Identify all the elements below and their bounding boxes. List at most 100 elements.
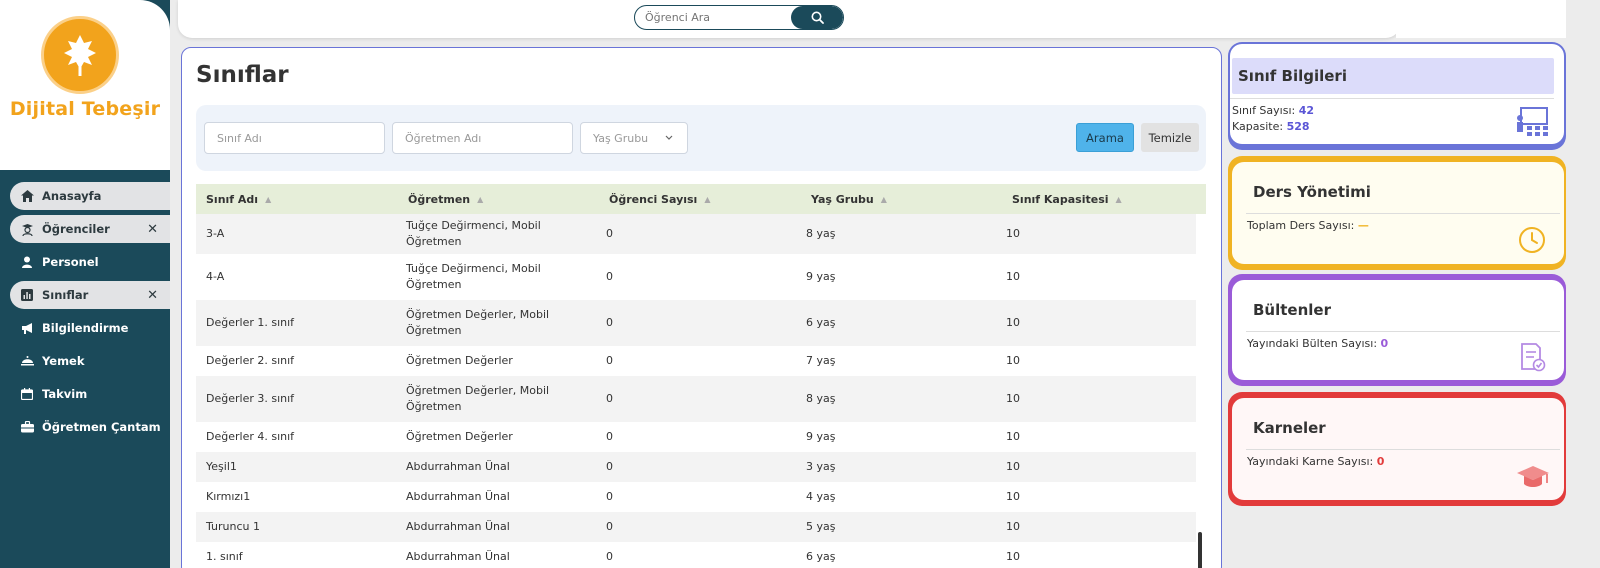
class-name-cell: Değerler 2. sınıf [206, 354, 295, 367]
column-header-age-group[interactable]: Yaş Grubu ▲ [811, 193, 887, 206]
table-scrollbar[interactable] [1196, 214, 1206, 568]
class-count-line: Sınıf Sayısı: 42 [1232, 104, 1314, 117]
teacher-name-input[interactable]: Öğretmen Adı [392, 122, 573, 154]
sidebar-item-students[interactable]: Öğrenciler ✕ [10, 215, 170, 243]
table-row[interactable]: Kırmızı1 Abdurrahman Ünal 0 4 yaş 10 [196, 482, 1196, 512]
table-row[interactable]: 3-A Tuğçe Değirmenci, Mobil Öğretmen 0 8… [196, 214, 1196, 254]
table-row[interactable]: 4-A Tuğçe Değirmenci, Mobil Öğretmen 0 9… [196, 254, 1196, 300]
card-title: Bültenler [1253, 301, 1331, 319]
divider [1246, 449, 1560, 450]
teacher-cell: Tuğçe Değirmenci, Mobil Öğretmen [406, 219, 541, 248]
bulletins-card[interactable]: Bültenler Yayındaki Bülten Sayısı: 0 [1228, 274, 1566, 386]
table-row[interactable]: Turuncu 1 Abdurrahman Ünal 0 5 yaş 10 [196, 512, 1196, 542]
close-icon[interactable]: ✕ [147, 222, 158, 237]
class-name-cell: Değerler 3. sınıf [206, 392, 295, 405]
age-group-cell: 6 yaş [806, 316, 836, 329]
column-header-student-count[interactable]: Öğrenci Sayısı ▲ [609, 193, 710, 206]
column-header-capacity[interactable]: Sınıf Kapasitesi ▲ [1012, 193, 1122, 206]
graduation-cap-icon [1517, 466, 1549, 487]
sidebar-item-label: Öğretmen Çantam [42, 420, 161, 434]
age-group-cell: 9 yaş [806, 430, 836, 443]
sidebar-item-announcements[interactable]: Bilgilendirme [10, 314, 170, 342]
search-icon [811, 11, 824, 24]
sort-icon: ▲ [1115, 195, 1122, 204]
sidebar-item-teacher-bag[interactable]: Öğretmen Çantam [10, 413, 170, 441]
dish-icon [20, 354, 34, 368]
age-group-cell: 7 yaş [806, 354, 836, 367]
report-card-count-line: Yayındaki Karne Sayısı: 0 [1247, 455, 1384, 468]
brand-name: Dijital Tebeşir [9, 98, 161, 120]
teacher-cell: Öğretmen Değerler, Mobil Öğretmen [406, 384, 550, 413]
brand-logo[interactable] [41, 16, 119, 94]
card-body [1232, 280, 1564, 380]
report-cards-card[interactable]: Karneler Yayındaki Karne Sayısı: 0 [1228, 392, 1566, 506]
age-group-label: Yaş Grubu [593, 131, 649, 145]
sidebar-item-classes[interactable]: Sınıflar ✕ [10, 281, 170, 309]
chart-icon [20, 288, 34, 302]
student-count-cell: 0 [606, 430, 613, 443]
search-button[interactable] [791, 6, 843, 29]
sidebar-item-home[interactable]: Anasayfa [10, 182, 170, 210]
document-check-icon [1521, 343, 1546, 372]
bulletin-count-value: 0 [1380, 337, 1389, 350]
tree-icon [64, 35, 96, 76]
user-area [1396, 0, 1566, 38]
search-submit-button[interactable]: Arama [1076, 123, 1134, 152]
lesson-count-line: Toplam Ders Sayısı: — [1247, 219, 1369, 232]
teacher-cell: Abdurrahman Ünal [406, 550, 510, 563]
sidebar-menu: Anasayfa Öğrenciler ✕ Personel Sınıflar … [0, 182, 170, 446]
capacity-line: Kapasite: 528 [1232, 120, 1310, 133]
age-group-cell: 8 yaş [806, 227, 836, 240]
report-card-count-value: 0 [1376, 455, 1385, 468]
clear-button[interactable]: Temizle [1141, 123, 1199, 152]
divider [1230, 98, 1554, 99]
capacity-value: 528 [1286, 120, 1310, 133]
table-row[interactable]: Değerler 3. sınıf Öğretmen Değerler, Mob… [196, 376, 1196, 422]
teacher-cell: Tuğçe Değirmenci, Mobil Öğretmen [406, 262, 541, 291]
sidebar-item-label: Anasayfa [42, 189, 102, 203]
close-icon[interactable]: ✕ [147, 288, 158, 303]
sidebar-item-calendar[interactable]: Takvim [10, 380, 170, 408]
class-name-cell: Değerler 1. sınıf [206, 316, 295, 329]
class-count-value: 42 [1298, 104, 1315, 117]
card-title: Sınıf Bilgileri [1238, 67, 1347, 85]
capacity-cell: 10 [1006, 270, 1020, 283]
capacity-cell: 10 [1006, 490, 1020, 503]
table-header: Sınıf Adı ▲ Öğretmen ▲ Öğrenci Sayısı ▲ Yaş… [196, 184, 1206, 214]
table-row[interactable]: Yeşil1 Abdurrahman Ünal 0 3 yaş 10 [196, 452, 1196, 482]
home-icon [20, 189, 34, 203]
student-icon [20, 222, 34, 236]
sidebar-item-label: Yemek [42, 354, 85, 368]
capacity-cell: 10 [1006, 550, 1020, 563]
classroom-icon [1517, 107, 1548, 136]
column-header-teacher[interactable]: Öğretmen ▲ [408, 193, 483, 206]
column-header-class-name[interactable]: Sınıf Adı ▲ [206, 193, 271, 206]
sidebar-item-meals[interactable]: Yemek [10, 347, 170, 375]
lessons-card[interactable]: Ders Yönetimi Toplam Ders Sayısı: — [1228, 156, 1566, 270]
sidebar-item-staff[interactable]: Personel [10, 248, 170, 276]
class-name-cell: Kırmızı1 [206, 490, 251, 503]
table-row[interactable]: Değerler 2. sınıf Öğretmen Değerler 0 7 … [196, 346, 1196, 376]
page-title: Sınıflar [196, 62, 289, 88]
scrollbar-thumb[interactable] [1198, 532, 1202, 568]
age-group-cell: 4 yaş [806, 490, 836, 503]
table-row[interactable]: Değerler 1. sınıf Öğretmen Değerler, Mob… [196, 300, 1196, 346]
search-input[interactable] [645, 9, 790, 26]
age-group-select[interactable]: Yaş Grubu [580, 122, 688, 154]
table-row[interactable]: 1. sınıf Abdurrahman Ünal 0 6 yaş 10 [196, 542, 1196, 568]
class-name-cell: Yeşil1 [206, 460, 237, 473]
class-info-card[interactable]: Sınıf Bilgileri Sınıf Sayısı: 42 Kapasit… [1228, 42, 1566, 150]
bulletin-count-label: Yayındaki Bülten Sayısı: [1247, 337, 1378, 350]
table-body: 3-A Tuğçe Değirmenci, Mobil Öğretmen 0 8… [196, 214, 1196, 568]
student-count-cell: 0 [606, 392, 613, 405]
student-count-cell: 0 [606, 270, 613, 283]
student-count-cell: 0 [606, 316, 613, 329]
student-count-cell: 0 [606, 520, 613, 533]
table-row[interactable]: Değerler 4. sınıf Öğretmen Değerler 0 9 … [196, 422, 1196, 452]
sidebar-item-label: Bilgilendirme [42, 321, 129, 335]
class-name-cell: Turuncu 1 [206, 520, 261, 533]
filter-bar: Sınıf Adı Öğretmen Adı Yaş Grubu Arama T… [196, 105, 1206, 171]
class-name-input[interactable]: Sınıf Adı [204, 122, 385, 154]
sort-icon: ▲ [265, 195, 272, 204]
capacity-label: Kapasite: [1232, 120, 1284, 133]
